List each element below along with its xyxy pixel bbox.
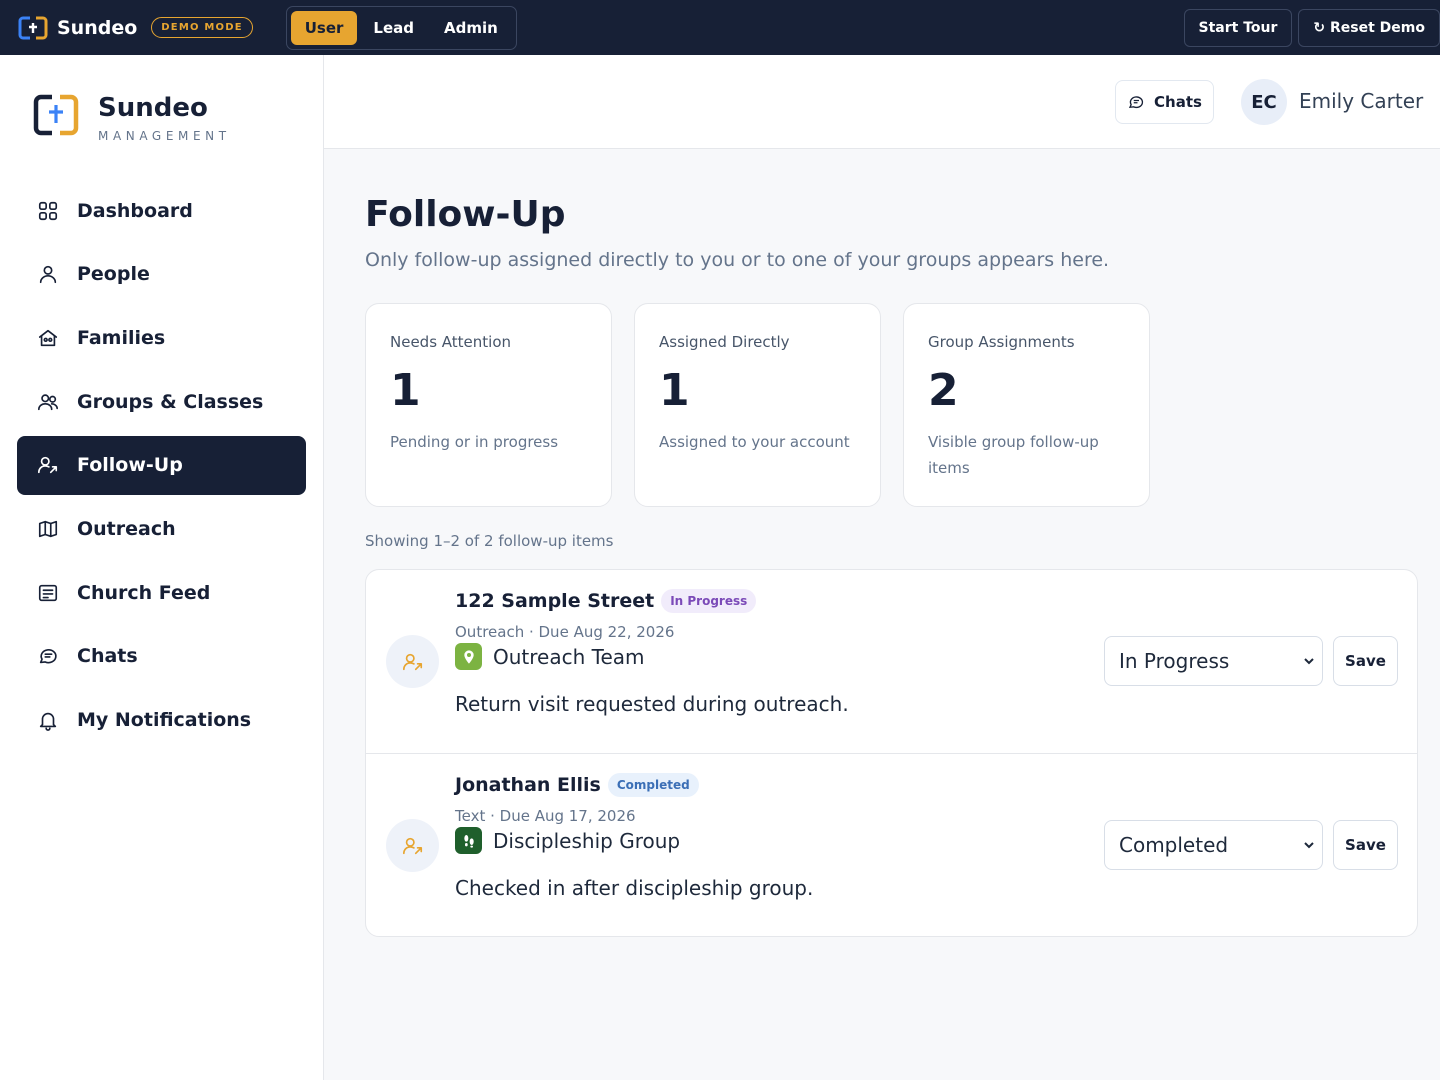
sidebar-item-label: Chats xyxy=(77,645,138,668)
demo-mode-badge: DEMO MODE xyxy=(151,17,253,38)
sidebar-brand: Sundeo MANAGEMENT xyxy=(32,93,231,143)
sidebar-nav: Dashboard People Families Groups & Class… xyxy=(17,181,306,754)
stat-label: Assigned Directly xyxy=(659,333,790,351)
item-title-row: 122 Sample Street In Progress xyxy=(455,589,757,613)
status-select[interactable]: In Progress xyxy=(1104,636,1323,686)
follow-up-icon xyxy=(36,453,60,477)
person-icon xyxy=(36,262,60,286)
sundeo-logo-icon xyxy=(33,94,79,136)
sidebar-item-people[interactable]: People xyxy=(17,245,306,304)
results-count: Showing 1–2 of 2 follow-up items xyxy=(365,532,614,550)
sidebar-brand-sub: MANAGEMENT xyxy=(98,129,231,143)
stat-card-needs-attention: Needs Attention 1 Pending or in progress xyxy=(365,303,612,507)
stat-description: Assigned to your account xyxy=(659,433,850,451)
status-select-value: In Progress xyxy=(1119,649,1230,673)
list-item: 122 Sample Street In Progress Outreach ·… xyxy=(366,570,1417,753)
users-icon xyxy=(36,390,60,414)
sidebar-item-families[interactable]: Families xyxy=(17,308,306,367)
bell-icon xyxy=(36,708,60,732)
item-name[interactable]: 122 Sample Street xyxy=(455,590,654,612)
item-group: Discipleship Group xyxy=(455,827,680,854)
sidebar-brand-name: Sundeo xyxy=(98,93,208,123)
sidebar-item-chats[interactable]: Chats xyxy=(17,627,306,686)
stat-description: Pending or in progress xyxy=(390,433,559,451)
chevron-down-icon xyxy=(1304,842,1314,849)
sidebar-item-label: Dashboard xyxy=(77,199,193,222)
user-name[interactable]: Emily Carter xyxy=(1299,89,1423,113)
map-icon xyxy=(36,517,60,541)
item-note: Checked in after discipleship group. xyxy=(455,876,814,900)
demo-brand: Sundeo DEMO MODE xyxy=(18,15,253,41)
grid-icon xyxy=(36,199,60,223)
sundeo-logo-icon xyxy=(18,16,48,39)
role-switcher: User Lead Admin xyxy=(285,5,517,50)
sidebar-item-groups[interactable]: Groups & Classes xyxy=(17,372,306,431)
feed-icon xyxy=(36,581,60,605)
chat-icon xyxy=(1128,96,1144,109)
stat-value: 2 xyxy=(928,365,959,416)
item-group-name: Discipleship Group xyxy=(493,828,681,853)
item-title-row: Jonathan Ellis Completed xyxy=(455,773,699,797)
item-meta: Outreach · Due Aug 22, 2026 xyxy=(455,623,675,641)
chat-icon xyxy=(36,644,60,668)
stat-label: Needs Attention xyxy=(390,333,512,351)
sidebar-item-label: Follow-Up xyxy=(77,454,183,477)
role-admin-button[interactable]: Admin xyxy=(430,11,512,45)
stat-value: 1 xyxy=(390,365,421,416)
header-chats-button[interactable]: Chats xyxy=(1115,80,1214,124)
status-badge: In Progress xyxy=(661,589,757,613)
sidebar-item-notifications[interactable]: My Notifications xyxy=(17,691,306,750)
home-icon xyxy=(36,326,60,350)
sidebar-item-church-feed[interactable]: Church Feed xyxy=(17,563,306,622)
role-user-button[interactable]: User xyxy=(290,10,358,45)
header-chats-label: Chats xyxy=(1154,93,1202,111)
save-button[interactable]: Save xyxy=(1333,820,1398,870)
sidebar-item-label: My Notifications xyxy=(77,709,252,731)
sidebar-item-label: Outreach xyxy=(77,517,176,540)
item-group: Outreach Team xyxy=(455,643,645,670)
app-header: Chats EC Emily Carter xyxy=(324,55,1440,149)
demo-bar: Sundeo DEMO MODE User Lead Admin Start T… xyxy=(0,0,1440,55)
sidebar-item-label: Families xyxy=(77,326,166,349)
item-name[interactable]: Jonathan Ellis xyxy=(455,774,601,796)
chevron-down-icon xyxy=(1304,658,1314,665)
sidebar-item-outreach[interactable]: Outreach xyxy=(17,499,306,558)
item-note: Return visit requested during outreach. xyxy=(455,692,849,716)
sidebar-item-label: People xyxy=(77,263,150,286)
role-lead-button[interactable]: Lead xyxy=(359,11,428,45)
follow-up-icon xyxy=(386,819,439,872)
follow-up-list: 122 Sample Street In Progress Outreach ·… xyxy=(365,569,1418,937)
stat-card-group-assignments: Group Assignments 2 Visible group follow… xyxy=(903,303,1150,507)
footprints-icon xyxy=(455,827,482,854)
status-select-value: Completed xyxy=(1119,833,1229,857)
list-item: Jonathan Ellis Completed Text · Due Aug … xyxy=(366,753,1417,936)
demo-actions: Start Tour ↻ Reset Demo xyxy=(1183,8,1440,47)
status-select[interactable]: Completed xyxy=(1104,820,1323,870)
page-subtitle: Only follow-up assigned directly to you … xyxy=(365,249,1110,271)
status-badge: Completed xyxy=(607,773,699,797)
stat-card-assigned-directly: Assigned Directly 1 Assigned to your acc… xyxy=(634,303,881,507)
follow-up-icon xyxy=(386,635,439,688)
sidebar: Sundeo MANAGEMENT Dashboard People Famil… xyxy=(0,55,324,1080)
stat-label: Group Assignments xyxy=(928,333,1075,351)
sidebar-item-label: Church Feed xyxy=(77,581,211,604)
sidebar-item-dashboard[interactable]: Dashboard xyxy=(17,181,306,240)
location-pin-icon xyxy=(455,643,482,670)
reset-demo-button[interactable]: ↻ Reset Demo xyxy=(1298,8,1440,47)
stat-value: 1 xyxy=(659,365,690,416)
item-group-name: Outreach Team xyxy=(493,644,645,669)
save-button[interactable]: Save xyxy=(1333,636,1398,686)
demo-app-name: Sundeo xyxy=(57,16,138,39)
start-tour-button[interactable]: Start Tour xyxy=(1183,8,1293,47)
sidebar-item-label: Groups & Classes xyxy=(77,390,264,413)
page-title: Follow-Up xyxy=(365,194,566,235)
stat-description: Visible group follow-up items xyxy=(928,433,1099,477)
item-meta: Text · Due Aug 17, 2026 xyxy=(455,807,636,825)
sidebar-item-follow-up[interactable]: Follow-Up xyxy=(17,435,306,495)
avatar[interactable]: EC xyxy=(1241,79,1287,125)
